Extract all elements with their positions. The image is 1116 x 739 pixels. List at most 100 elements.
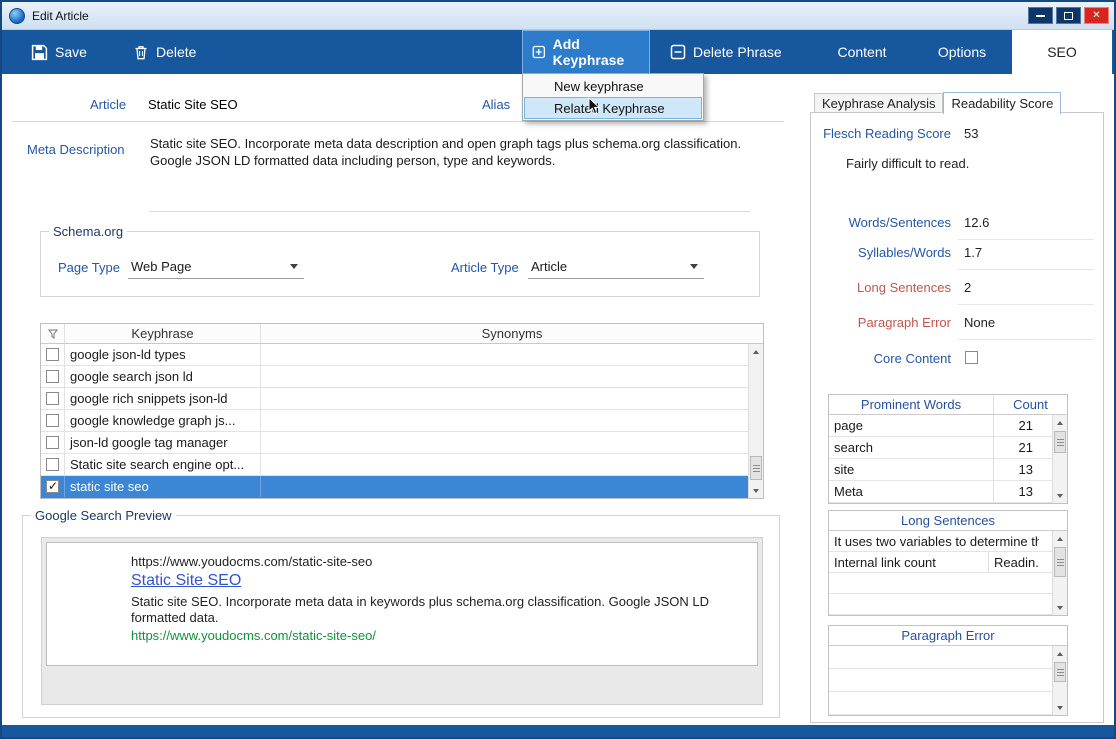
page-type-label: Page Type: [58, 260, 120, 275]
titlebar: Edit Article ✕: [2, 2, 1114, 30]
keyphrase-row[interactable]: Static site search engine opt...: [41, 454, 763, 476]
scroll-up-icon[interactable]: [1053, 647, 1067, 660]
prominent-word-row[interactable]: search 21: [829, 437, 1067, 459]
scroll-thumb[interactable]: [1054, 431, 1066, 453]
window-title: Edit Article: [32, 9, 89, 23]
keyphrase-row[interactable]: google json-ld types: [41, 344, 763, 366]
prominent-words-scrollbar[interactable]: [1052, 415, 1067, 503]
close-button[interactable]: ✕: [1084, 7, 1109, 24]
paragraph-error-row[interactable]: [829, 692, 1067, 715]
scroll-thumb[interactable]: [1054, 547, 1066, 577]
add-keyphrase-button[interactable]: Add Keyphrase: [522, 30, 650, 74]
scroll-thumb[interactable]: [750, 456, 762, 480]
paragraph-error-scrollbar[interactable]: [1052, 646, 1067, 715]
minimize-button[interactable]: [1028, 7, 1053, 24]
tab-content[interactable]: Content: [812, 30, 912, 74]
prominent-word-row[interactable]: page 21: [829, 415, 1067, 437]
column-header-synonyms[interactable]: Synonyms: [261, 324, 763, 343]
row-checkbox[interactable]: [46, 348, 59, 361]
tab-readability-score[interactable]: Readability Score: [943, 92, 1061, 114]
preview-display-url: https://www.youdocms.com/static-site-seo…: [131, 628, 749, 643]
meta-description-text[interactable]: Static site SEO. Incorporate meta data d…: [150, 135, 772, 169]
column-header-long-sentences[interactable]: Long Sentences: [829, 513, 1067, 528]
row-checkbox[interactable]: [46, 370, 59, 383]
keyphrase-cell: json-ld google tag manager: [65, 432, 261, 453]
scroll-up-icon[interactable]: [1053, 532, 1067, 545]
long-sentences-scrollbar[interactable]: [1052, 531, 1067, 615]
keyphrase-row[interactable]: json-ld google tag manager: [41, 432, 763, 454]
scroll-up-icon[interactable]: [749, 345, 763, 358]
paragraph-error-row[interactable]: [829, 646, 1067, 669]
divider: [12, 121, 784, 122]
syllables-words-value: 1.7: [958, 245, 1094, 270]
core-content-label: Core Content: [813, 351, 951, 366]
synonyms-cell: [261, 476, 763, 497]
menu-item-related-keyphrase[interactable]: Related Keyphrase: [524, 97, 702, 119]
tab-options[interactable]: Options: [912, 30, 1012, 74]
long-sentences-label: Long Sentences: [813, 280, 951, 295]
keyphrase-table: Keyphrase Synonyms google json-ld types …: [40, 323, 764, 499]
delete-phrase-label: Delete Phrase: [693, 44, 782, 60]
divider: [150, 211, 750, 212]
prominent-word-row[interactable]: site 13: [829, 459, 1067, 481]
core-content-checkbox[interactable]: [965, 351, 978, 364]
scroll-down-icon[interactable]: [1053, 489, 1067, 502]
prominent-word-row[interactable]: Meta 13: [829, 481, 1067, 503]
checkbox-cell: [41, 388, 65, 409]
schema-groupbox: Schema.org Page Type Web Page Article Ty…: [40, 231, 760, 297]
page-type-dropdown[interactable]: Web Page: [128, 255, 304, 279]
row-checkbox[interactable]: [46, 458, 59, 471]
checkbox-cell: [41, 454, 65, 475]
scroll-thumb[interactable]: [1054, 662, 1066, 682]
preview-result-description: Static site SEO. Incorporate meta data i…: [131, 594, 736, 626]
synonyms-cell: [261, 410, 763, 431]
delete-phrase-button[interactable]: Delete Phrase: [661, 30, 791, 74]
menu-item-new-keyphrase[interactable]: New keyphrase: [524, 75, 702, 97]
save-button[interactable]: Save: [22, 30, 96, 74]
flesch-value: 53: [964, 126, 978, 141]
scroll-down-icon[interactable]: [1053, 601, 1067, 614]
row-checkbox[interactable]: [46, 392, 59, 405]
app-icon: [9, 8, 25, 24]
scroll-up-icon[interactable]: [1053, 416, 1067, 429]
keyphrase-row[interactable]: google rich snippets json-ld: [41, 388, 763, 410]
tab-seo[interactable]: SEO: [1012, 30, 1112, 74]
long-sentence-row[interactable]: [829, 573, 1067, 594]
keyphrase-row[interactable]: google knowledge graph js...: [41, 410, 763, 432]
sentence-cell: It uses two variables to determine th...: [829, 534, 1039, 549]
maximize-button[interactable]: [1056, 7, 1081, 24]
column-header-paragraph-error[interactable]: Paragraph Error: [829, 628, 1067, 643]
keyphrase-row[interactable]: google search json ld: [41, 366, 763, 388]
row-checkbox[interactable]: [46, 414, 59, 427]
checkbox-cell: [41, 366, 65, 387]
row-checkbox-checked[interactable]: [46, 480, 59, 493]
preview-result-link[interactable]: Static Site SEO: [131, 572, 241, 590]
keyphrase-cell: google rich snippets json-ld: [65, 388, 261, 409]
article-type-dropdown[interactable]: Article: [528, 255, 704, 279]
long-sentence-row[interactable]: [829, 594, 1067, 615]
tab-keyphrase-analysis[interactable]: Keyphrase Analysis: [814, 93, 943, 113]
long-sentence-row[interactable]: It uses two variables to determine th...: [829, 531, 1067, 552]
checkbox-cell: [41, 410, 65, 431]
long-sentence-row[interactable]: Internal link count Readin...: [829, 552, 1067, 573]
edit-article-window: Edit Article ✕ Save Delete Add Keyphrase…: [0, 0, 1116, 739]
keyphrase-cell: google knowledge graph js...: [65, 410, 261, 431]
words-sentences-value: 12.6: [958, 215, 1094, 240]
main-tabs: Content Options SEO: [812, 30, 1112, 74]
paragraph-error-row[interactable]: [829, 669, 1067, 692]
keyphrase-row-selected[interactable]: static site seo: [41, 476, 763, 498]
delete-button[interactable]: Delete: [124, 30, 205, 74]
keyphrase-table-scrollbar[interactable]: [748, 344, 763, 498]
meta-description-label: Meta Description: [27, 142, 125, 157]
filter-header-cell[interactable]: [41, 324, 65, 343]
synonyms-cell: [261, 454, 763, 475]
word-cell: Meta: [829, 481, 994, 502]
column-header-prominent-words[interactable]: Prominent Words: [829, 395, 994, 414]
column-header-count[interactable]: Count: [994, 397, 1067, 412]
scroll-down-icon[interactable]: [1053, 701, 1067, 714]
minimize-icon: [1036, 15, 1045, 17]
column-header-keyphrase[interactable]: Keyphrase: [65, 324, 261, 343]
row-checkbox[interactable]: [46, 436, 59, 449]
window-controls: ✕: [1028, 7, 1109, 24]
scroll-down-icon[interactable]: [749, 484, 763, 497]
